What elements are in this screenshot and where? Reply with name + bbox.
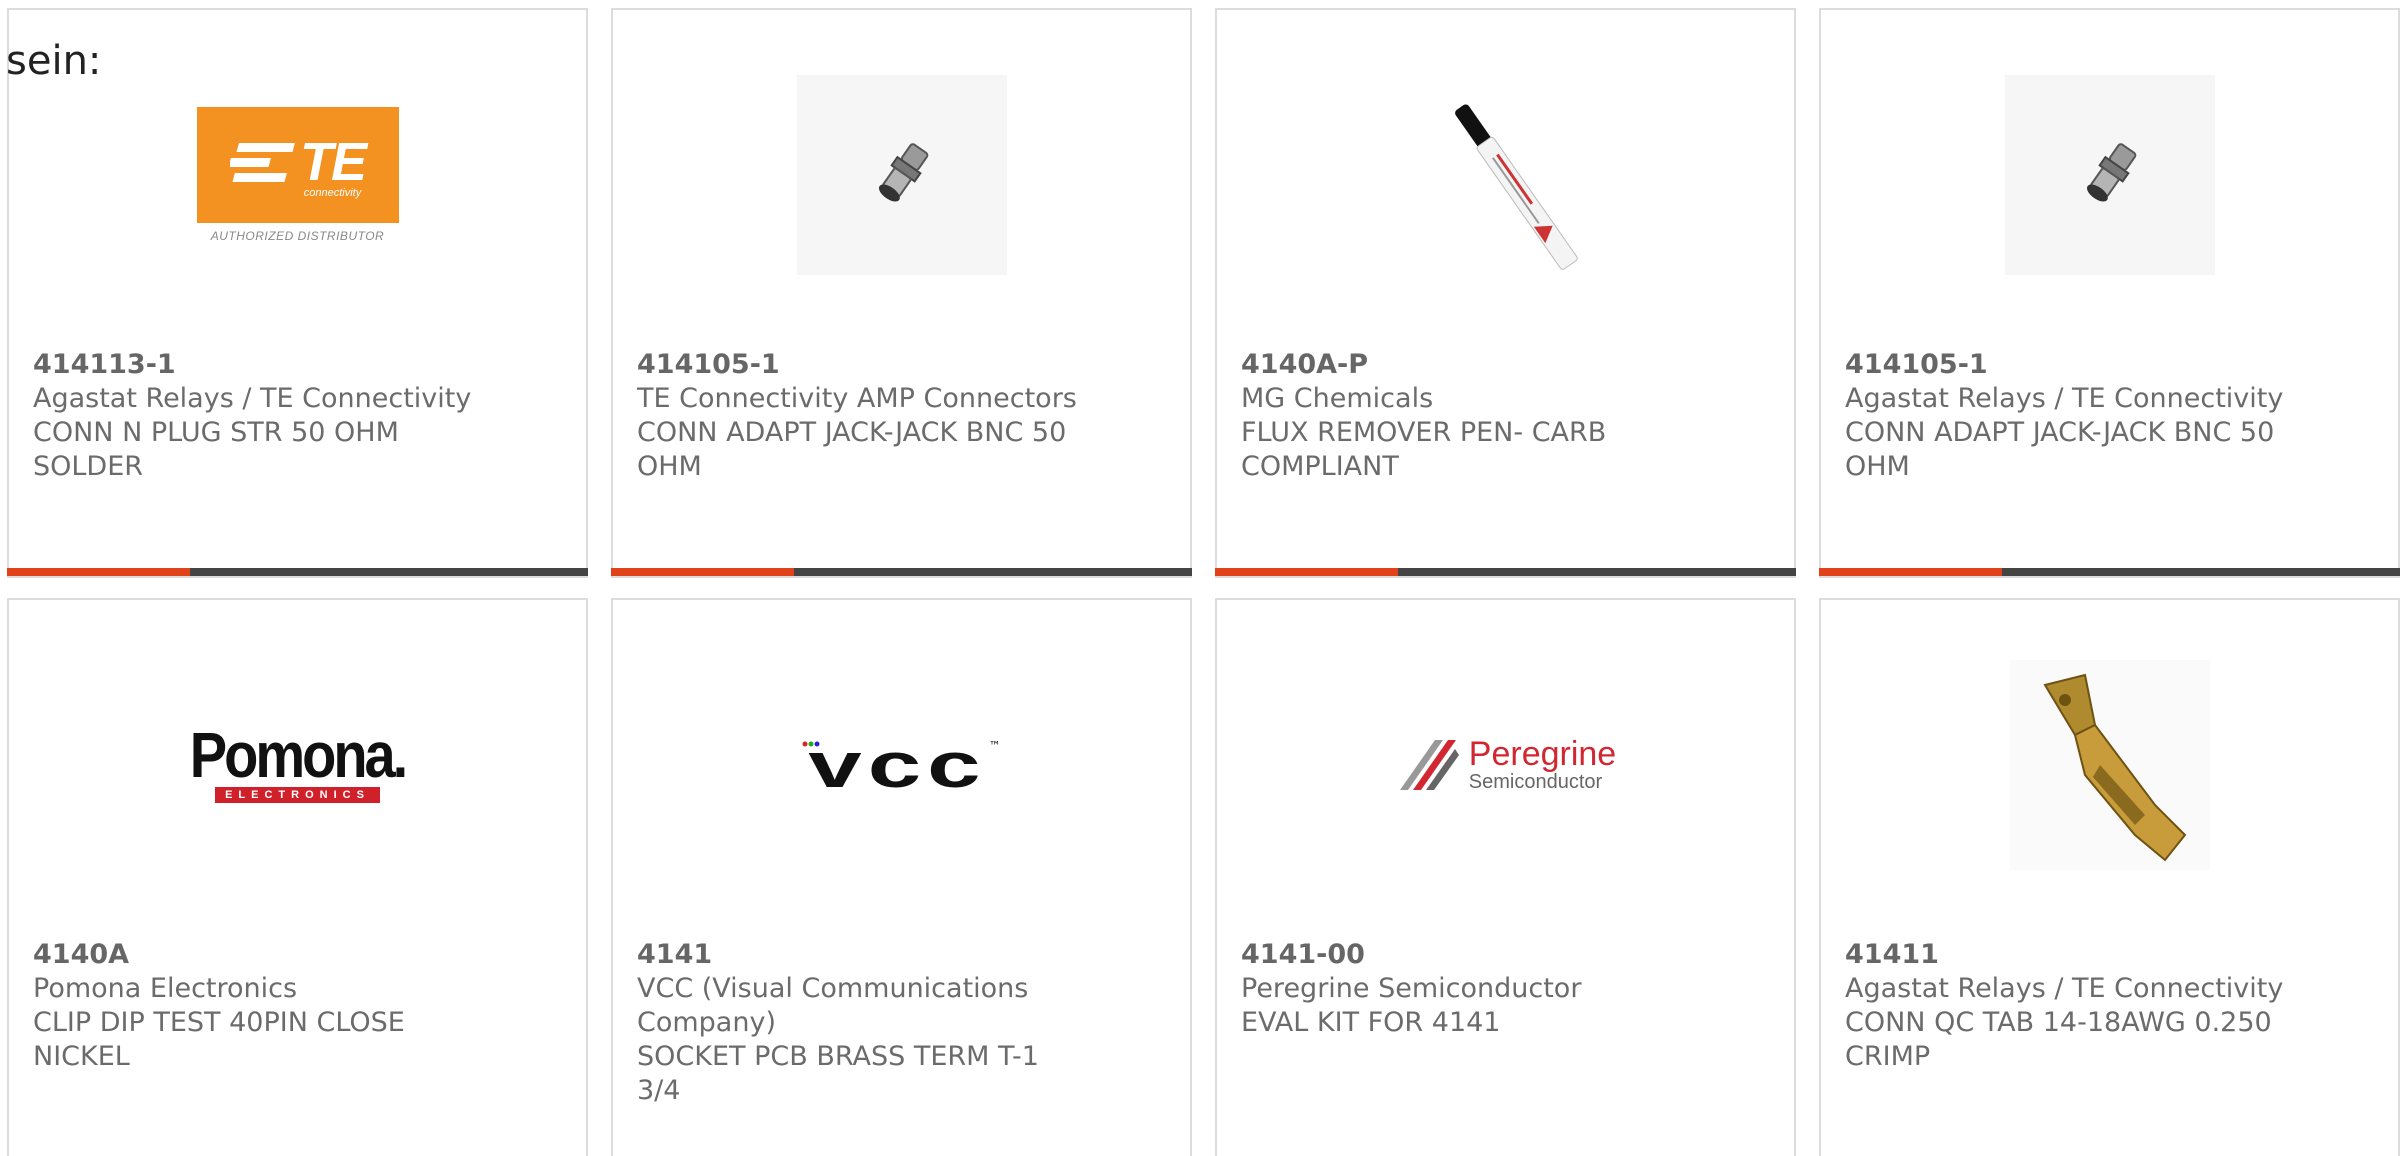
manufacturer: VCC (Visual Communications Company): [637, 973, 1029, 1038]
description: CONN ADAPT JACK-JACK BNC 50 OHM: [1845, 417, 2275, 482]
product-info: 414105-1 Agastat Relays / TE Connectivit…: [1845, 348, 2285, 484]
product-info: 414113-1 Agastat Relays / TE Connectivit…: [33, 348, 473, 484]
product-image[interactable]: [1821, 650, 2398, 880]
description: CONN QC TAB 14-18AWG 0.250 CRIMP: [1845, 1007, 2272, 1072]
product-image[interactable]: [1217, 60, 1794, 290]
product-card[interactable]: vcc ™ 4141 VCC (Visual Communications Co…: [611, 598, 1192, 1156]
product-info: 414105-1 TE Connectivity AMP Connectors …: [637, 348, 1077, 484]
card-accent-bar: [1215, 568, 1796, 576]
vcc-logo-icon: vcc ™: [802, 733, 1001, 797]
manufacturer: Agastat Relays / TE Connectivity: [1845, 383, 2284, 414]
manufacturer: TE Connectivity AMP Connectors: [637, 383, 1077, 414]
product-card[interactable]: Peregrine Semiconductor 4141-00 Peregrin…: [1215, 598, 1796, 1156]
product-image[interactable]: Peregrine Semiconductor: [1217, 650, 1794, 880]
bnc-adapter-icon: [796, 75, 1007, 275]
part-number[interactable]: 414113-1: [33, 348, 473, 382]
product-card[interactable]: TE connectivity AUTHORIZED DISTRIBUTOR 4…: [7, 8, 588, 578]
product-card[interactable]: 4140A-P MG Chemicals FLUX REMOVER PEN- C…: [1215, 8, 1796, 578]
product-info: 4141-00 Peregrine Semiconductor EVAL KIT…: [1241, 938, 1681, 1040]
card-accent-bar: [7, 568, 588, 576]
brass-tab-icon: [2009, 660, 2210, 870]
product-card[interactable]: 414105-1 TE Connectivity AMP Connectors …: [611, 8, 1192, 578]
flux-pen-icon: [1406, 73, 1606, 277]
te-logo-icon: TE connectivity AUTHORIZED DISTRIBUTOR: [196, 107, 399, 243]
description: CLIP DIP TEST 40PIN CLOSE NICKEL: [33, 1007, 405, 1072]
bnc-adapter-icon: [2004, 75, 2215, 275]
manufacturer: MG Chemicals: [1241, 383, 1434, 414]
product-info: 4140A-P MG Chemicals FLUX REMOVER PEN- C…: [1241, 348, 1681, 484]
product-image[interactable]: [613, 60, 1190, 290]
product-card[interactable]: Pomona. ELECTRONICS 4140A Pomona Electro…: [7, 598, 588, 1156]
description: EVAL KIT FOR 4141: [1241, 1007, 1501, 1038]
peregrine-logo-icon: Peregrine Semiconductor: [1395, 735, 1616, 795]
part-number[interactable]: 4141: [637, 938, 1077, 972]
card-accent-bar: [1819, 568, 2400, 576]
product-info: 4140A Pomona Electronics CLIP DIP TEST 4…: [33, 938, 473, 1074]
card-accent-bar: [611, 568, 1192, 576]
part-number[interactable]: 414105-1: [637, 348, 1077, 382]
product-card[interactable]: 414105-1 Agastat Relays / TE Connectivit…: [1819, 8, 2400, 578]
part-number[interactable]: 41411: [1845, 938, 2285, 972]
description: CONN N PLUG STR 50 OHM SOLDER: [33, 417, 399, 482]
product-image[interactable]: TE connectivity AUTHORIZED DISTRIBUTOR: [9, 60, 586, 290]
part-number[interactable]: 4140A: [33, 938, 473, 972]
manufacturer: Agastat Relays / TE Connectivity: [33, 383, 472, 414]
product-image[interactable]: [1821, 60, 2398, 290]
description: FLUX REMOVER PEN- CARB COMPLIANT: [1241, 417, 1607, 482]
part-number[interactable]: 414105-1: [1845, 348, 2285, 382]
description: SOCKET PCB BRASS TERM T-1 3/4: [637, 1041, 1039, 1106]
manufacturer: Peregrine Semiconductor: [1241, 973, 1582, 1004]
manufacturer: Agastat Relays / TE Connectivity: [1845, 973, 2284, 1004]
description: CONN ADAPT JACK-JACK BNC 50 OHM: [637, 417, 1067, 482]
product-info: 4141 VCC (Visual Communications Company)…: [637, 938, 1077, 1108]
pomona-logo-icon: Pomona. ELECTRONICS: [189, 718, 408, 803]
product-image[interactable]: vcc ™: [613, 650, 1190, 880]
manufacturer: Pomona Electronics: [33, 973, 298, 1004]
product-info: 41411 Agastat Relays / TE Connectivity C…: [1845, 938, 2285, 1074]
part-number[interactable]: 4141-00: [1241, 938, 1681, 972]
product-grid: sein: TE connectivity AUTHORIZED DISTRIB: [0, 0, 2400, 1156]
product-image[interactable]: Pomona. ELECTRONICS: [9, 650, 586, 880]
product-card[interactable]: 41411 Agastat Relays / TE Connectivity C…: [1819, 598, 2400, 1156]
part-number[interactable]: 4140A-P: [1241, 348, 1681, 382]
heading-fragment: sein:: [6, 38, 102, 84]
